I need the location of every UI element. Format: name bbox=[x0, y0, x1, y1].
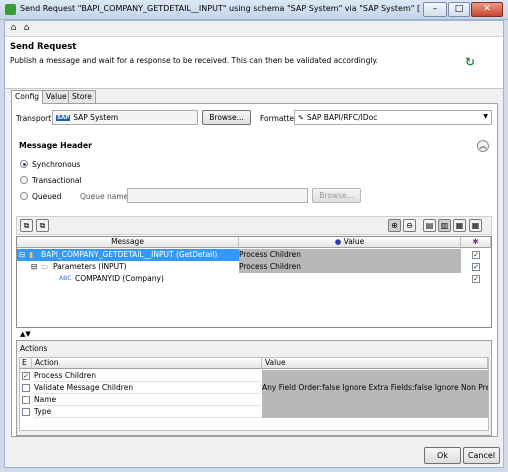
column-header-value[interactable]: ● Value bbox=[239, 237, 461, 248]
action-value[interactable] bbox=[262, 394, 488, 406]
value-header-label: Value bbox=[343, 237, 365, 246]
zoom-out-icon[interactable]: ⊖ bbox=[403, 219, 416, 232]
radio-transactional[interactable] bbox=[20, 176, 28, 184]
action-value[interactable] bbox=[262, 406, 488, 418]
config-panel: Transport SAP SAP System Browse... Format… bbox=[11, 103, 498, 437]
action-enabled-checkbox[interactable]: ✓ bbox=[22, 372, 30, 380]
dialog-header: Send Request Publish a message and wait … bbox=[5, 37, 503, 89]
action-enabled-checkbox[interactable] bbox=[22, 396, 30, 404]
message-header-title: Message Header bbox=[19, 141, 92, 150]
minimize-button[interactable]: – bbox=[423, 2, 447, 17]
refresh-logo-icon: ↻ bbox=[465, 55, 476, 69]
radio-queued[interactable] bbox=[20, 192, 28, 200]
building-icon[interactable]: ⌂ bbox=[8, 23, 19, 34]
action-name[interactable]: Validate Message Children bbox=[34, 382, 262, 394]
folder-icon: ▭ bbox=[41, 262, 49, 271]
transport-field: SAP SAP System bbox=[52, 110, 198, 125]
tree-row-label[interactable]: Parameters (INPUT) bbox=[53, 261, 127, 273]
queued-label: Queued bbox=[32, 192, 62, 201]
formatter-value: SAP BAPI/RFC/IDoc bbox=[306, 113, 378, 122]
tab-store[interactable]: Store bbox=[68, 90, 96, 103]
queue-browse-button[interactable]: Browse... bbox=[312, 188, 361, 203]
tree-row-value[interactable]: Process Children bbox=[239, 261, 461, 273]
column-header-action-value[interactable]: Value bbox=[262, 358, 488, 369]
column-header-enabled[interactable]: ✱ bbox=[461, 237, 491, 248]
formatter-select[interactable]: ✎ SAP BAPI/RFC/IDoc ▼ bbox=[294, 110, 492, 125]
message-tree-table: Message ● Value ✱ ⊟ ▮ BAPI_COMPANY_GETDE… bbox=[16, 236, 492, 328]
columns-view-icon[interactable]: ▥ bbox=[438, 219, 451, 232]
tab-value[interactable]: Value bbox=[42, 90, 71, 103]
cancel-button[interactable]: Cancel bbox=[463, 447, 500, 464]
queue-name-input[interactable] bbox=[127, 188, 308, 203]
tree-toolbar: ⧉ ⧉ ⊕ ⊖ ▤ ▥ ▦ ▦ bbox=[16, 216, 492, 235]
action-name[interactable]: Process Children bbox=[34, 370, 262, 382]
radio-synchronous[interactable] bbox=[20, 160, 28, 168]
action-value[interactable] bbox=[262, 370, 488, 382]
collapse-all-icon[interactable]: ⧉ bbox=[36, 219, 49, 232]
message-node-icon: ▮ bbox=[29, 250, 34, 259]
collapse-up-icon[interactable]: ︽ bbox=[477, 140, 489, 152]
column-header-action[interactable]: Action bbox=[32, 358, 262, 369]
tree-row-label[interactable]: COMPANYID (Company) bbox=[75, 273, 164, 285]
actions-title: Actions bbox=[20, 344, 48, 353]
transport-label: Transport bbox=[16, 114, 52, 123]
synchronous-label: Synchronous bbox=[32, 160, 81, 169]
splitter-arrows-icon[interactable]: ▲▼ bbox=[20, 330, 31, 338]
document-icon[interactable]: ▤ bbox=[423, 219, 436, 232]
grid-view-icon[interactable]: ▦ bbox=[469, 219, 482, 232]
column-header-message[interactable]: Message bbox=[17, 237, 239, 248]
column-header-e[interactable]: E bbox=[20, 358, 32, 369]
actions-panel: Actions E Action Value ✓ Process Childre… bbox=[16, 340, 492, 436]
tree-collapse-toggle[interactable]: ⊟ bbox=[31, 261, 37, 273]
page-title: Send Request bbox=[10, 42, 77, 52]
ok-button[interactable]: Ok bbox=[424, 447, 461, 464]
action-name[interactable]: Type bbox=[34, 406, 262, 418]
info-circle-icon: ● bbox=[334, 237, 342, 246]
tree-row-value[interactable]: Process Children bbox=[239, 249, 461, 261]
tree-collapse-toggle[interactable]: ⊟ bbox=[19, 249, 25, 261]
tree-row-checkbox[interactable]: ✓ bbox=[472, 251, 480, 259]
expand-all-icon[interactable]: ⧉ bbox=[20, 219, 33, 232]
queue-name-label: Queue name bbox=[80, 192, 129, 201]
app-icon bbox=[5, 4, 16, 15]
action-name[interactable]: Name bbox=[34, 394, 262, 406]
dialog-window: ⌂ ⌂ Send Request Publish a message and w… bbox=[4, 20, 504, 468]
tab-config[interactable]: Config bbox=[11, 90, 44, 104]
action-value[interactable]: Any Field Order:false Ignore Extra Field… bbox=[262, 382, 488, 394]
transport-value: SAP System bbox=[73, 113, 119, 122]
maximize-button[interactable]: □ bbox=[448, 2, 470, 17]
tree-row-label: BAPI_COMPANY_GETDETAIL__INPUT (GetDetail… bbox=[41, 250, 218, 259]
wand-icon: ✎ bbox=[298, 114, 304, 122]
transactional-label: Transactional bbox=[32, 176, 82, 185]
actions-table: E Action Value ✓ Process Children Valida… bbox=[19, 357, 489, 431]
field-abc-icon: ABC bbox=[59, 275, 72, 282]
tree-row-checkbox[interactable]: ✓ bbox=[472, 275, 480, 283]
page-description: Publish a message and wait for a respons… bbox=[10, 56, 379, 65]
tree-row-checkbox[interactable]: ✓ bbox=[472, 263, 480, 271]
action-enabled-checkbox[interactable] bbox=[22, 384, 30, 392]
transport-browse-button[interactable]: Browse... bbox=[202, 110, 251, 125]
formatter-label: Formatter bbox=[260, 114, 298, 123]
sap-logo-icon: SAP bbox=[56, 115, 71, 121]
action-enabled-checkbox[interactable] bbox=[22, 408, 30, 416]
title-bar: Send Request "BAPI_COMPANY_GETDETAIL__IN… bbox=[0, 0, 508, 20]
close-button[interactable]: ✕ bbox=[471, 2, 503, 17]
chevron-down-icon: ▼ bbox=[483, 113, 488, 120]
house-icon[interactable]: ⌂ bbox=[21, 23, 32, 34]
zoom-in-icon[interactable]: ⊕ bbox=[388, 219, 401, 232]
split-view-icon[interactable]: ▦ bbox=[453, 219, 466, 232]
window-title: Send Request "BAPI_COMPANY_GETDETAIL__IN… bbox=[20, 4, 420, 13]
toolbar: ⌂ ⌂ bbox=[5, 21, 503, 37]
